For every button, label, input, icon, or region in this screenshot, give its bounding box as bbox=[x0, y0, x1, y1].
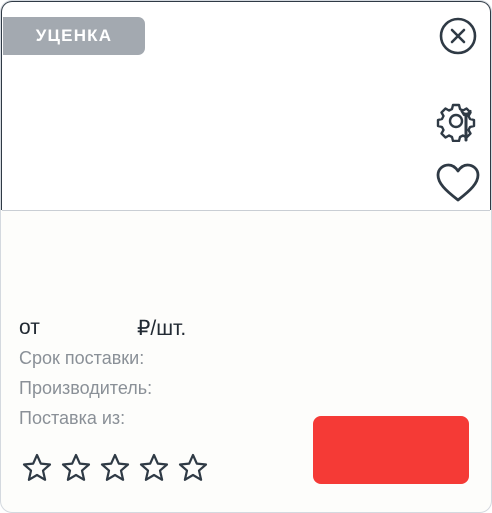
price-row: от ₽/шт. bbox=[19, 313, 319, 343]
favorite-button[interactable] bbox=[435, 162, 481, 204]
product-card: УЦЕНКА от ₽/шт. Срок поставки: Производи… bbox=[0, 0, 492, 513]
add-to-cart-button[interactable] bbox=[313, 416, 469, 484]
star-icon[interactable] bbox=[177, 452, 209, 484]
close-button[interactable] bbox=[438, 16, 478, 56]
heart-icon bbox=[436, 163, 480, 202]
close-circle-icon bbox=[439, 17, 477, 55]
delivery-time-label: Срок поставки: bbox=[19, 348, 145, 368]
star-icon[interactable] bbox=[21, 452, 53, 484]
discount-badge: УЦЕНКА bbox=[3, 17, 145, 55]
star-icon[interactable] bbox=[138, 452, 170, 484]
price-prefix: от bbox=[19, 316, 40, 339]
product-image-area[interactable]: УЦЕНКА bbox=[1, 1, 491, 211]
gear-wrench-icon bbox=[436, 103, 476, 142]
service-button[interactable] bbox=[436, 100, 478, 142]
price-unit: ₽/шт. bbox=[137, 316, 187, 340]
shipped-from-label: Поставка из: bbox=[19, 408, 126, 428]
manufacturer-label: Производитель: bbox=[19, 378, 153, 398]
star-icon[interactable] bbox=[99, 452, 131, 484]
rating-stars bbox=[21, 452, 209, 484]
star-icon[interactable] bbox=[60, 452, 92, 484]
product-info: от ₽/шт. Срок поставки: Производитель: П… bbox=[19, 313, 319, 433]
